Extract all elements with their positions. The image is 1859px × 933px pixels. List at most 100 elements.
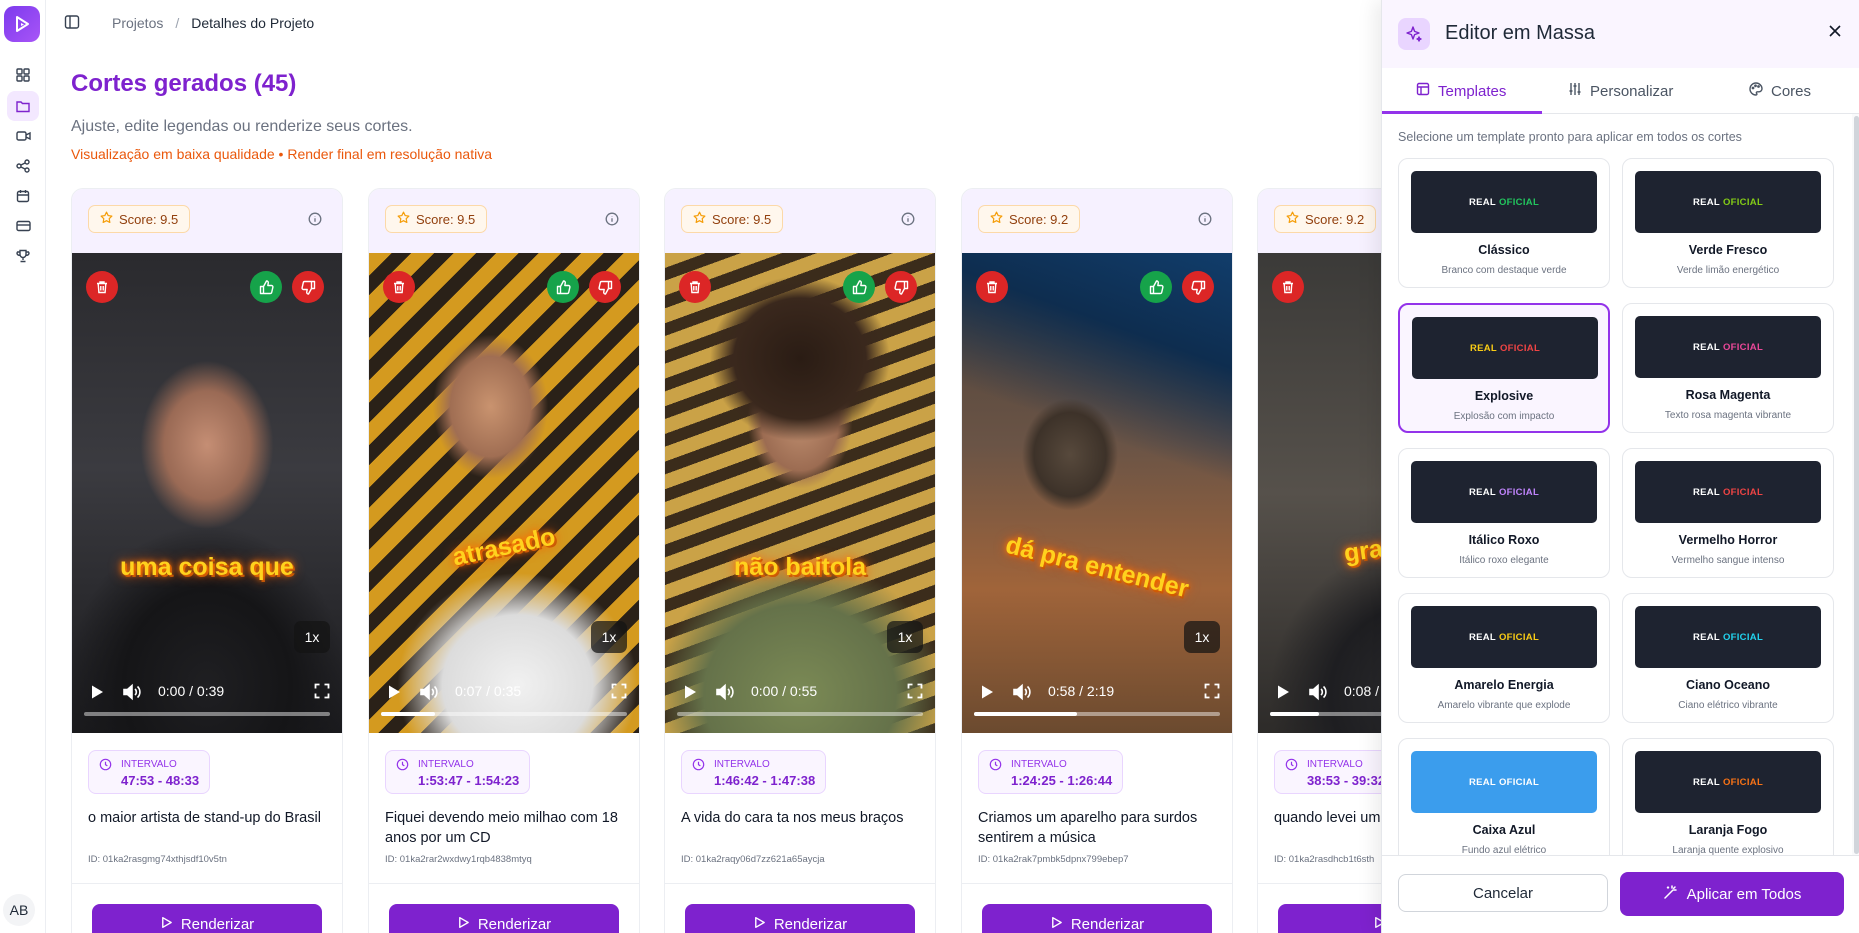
speed-button[interactable]: 1x — [591, 621, 627, 653]
template-card[interactable]: REAL OFICIAL Caixa Azul Fundo azul elétr… — [1398, 738, 1610, 855]
thumbs-up-icon[interactable] — [547, 271, 579, 303]
fullscreen-icon[interactable] — [314, 683, 330, 704]
render-button[interactable]: Renderizar — [389, 904, 619, 933]
template-card[interactable]: REAL OFICIAL Vermelho Horror Vermelho sa… — [1622, 448, 1834, 578]
render-button[interactable]: Renderizar — [92, 904, 322, 933]
template-card[interactable]: REAL OFICIAL Clássico Branco com destaqu… — [1398, 158, 1610, 288]
template-card[interactable]: REAL OFICIAL Amarelo Energia Amarelo vib… — [1398, 593, 1610, 723]
star-icon — [100, 211, 113, 227]
template-card[interactable]: REAL OFICIAL Laranja Fogo Laranja quente… — [1622, 738, 1834, 855]
trash-icon[interactable] — [86, 271, 118, 303]
render-label: Renderizar — [477, 915, 552, 933]
trophy-icon[interactable] — [7, 241, 39, 271]
play-icon[interactable] — [978, 683, 996, 706]
apply-all-label: Aplicar em Todos — [1686, 885, 1802, 903]
play-outline-icon — [160, 916, 173, 933]
render-label: Renderizar — [180, 915, 255, 933]
volume-icon[interactable] — [419, 683, 439, 706]
thumbs-down-icon[interactable] — [1182, 271, 1214, 303]
trash-icon[interactable] — [679, 271, 711, 303]
fullscreen-icon[interactable] — [1204, 683, 1220, 704]
play-icon[interactable] — [681, 683, 699, 706]
folder-icon[interactable] — [7, 91, 39, 121]
template-description: Explosão com impacto — [1453, 411, 1555, 422]
video-player[interactable]: não baitola 1x 0:00 / 0:55 — [665, 253, 935, 733]
template-card[interactable]: REAL OFICIAL Explosive Explosão com impa… — [1398, 303, 1610, 433]
progress-bar[interactable] — [677, 712, 923, 716]
video-player[interactable]: uma coisa que 1x 0:00 / 0:39 — [72, 253, 342, 733]
preview-word: REAL — [1692, 196, 1720, 208]
progress-bar[interactable] — [974, 712, 1220, 716]
info-icon[interactable] — [901, 212, 915, 231]
render-label: Renderizar — [773, 915, 848, 933]
card-divider — [369, 883, 639, 884]
template-description: Verde limão energético — [1676, 265, 1780, 276]
breadcrumb-projects[interactable]: Projetos — [112, 15, 163, 31]
template-preview: REAL OFICIAL — [1411, 751, 1597, 813]
video-player[interactable]: atrasado 1x 0:07 / 0:35 — [369, 253, 639, 733]
volume-icon[interactable] — [122, 683, 142, 706]
side-rail: AB — [0, 0, 46, 933]
avatar[interactable]: AB — [3, 894, 35, 926]
preview-accent-word: OFICIAL — [1499, 342, 1541, 354]
thumbs-down-icon[interactable] — [292, 271, 324, 303]
video-icon[interactable] — [7, 121, 39, 151]
tab-cores[interactable]: Cores — [1749, 68, 1811, 114]
speed-button[interactable]: 1x — [887, 621, 923, 653]
card-icon[interactable] — [7, 211, 39, 241]
render-button[interactable]: Renderizar — [982, 904, 1212, 933]
preview-accent-word: OFICIAL — [1498, 196, 1540, 208]
thumbs-up-icon[interactable] — [1140, 271, 1172, 303]
calendar-icon[interactable] — [7, 181, 39, 211]
interval-badge: INTERVALO 1:24:25 - 1:26:44 — [978, 750, 1124, 794]
template-name: Explosive — [1474, 389, 1534, 403]
speed-button[interactable]: 1x — [1184, 621, 1220, 653]
info-icon[interactable] — [605, 212, 619, 231]
play-icon[interactable] — [385, 683, 403, 706]
progress-bar[interactable] — [84, 712, 330, 716]
volume-icon[interactable] — [1308, 683, 1328, 706]
thumbs-up-icon[interactable] — [843, 271, 875, 303]
volume-icon[interactable] — [1012, 683, 1032, 706]
play-icon[interactable] — [88, 683, 106, 706]
info-icon[interactable] — [308, 212, 322, 231]
scrollbar-thumb[interactable] — [1854, 116, 1859, 854]
template-card[interactable]: REAL OFICIAL Rosa Magenta Texto rosa mag… — [1622, 303, 1834, 433]
score-badge: Score: 9.5 — [681, 205, 784, 233]
render-button[interactable]: Renderizar — [685, 904, 915, 933]
share-icon[interactable] — [7, 151, 39, 181]
fullscreen-icon[interactable] — [907, 683, 923, 704]
template-name: Vermelho Horror — [1678, 533, 1778, 547]
template-card[interactable]: REAL OFICIAL Itálico Roxo Itálico roxo e… — [1398, 448, 1610, 578]
dashboard-icon[interactable] — [7, 60, 39, 90]
volume-icon[interactable] — [715, 683, 735, 706]
apply-all-button[interactable]: Aplicar em Todos — [1620, 872, 1844, 916]
preview-word: REAL — [1468, 631, 1496, 643]
tab-personalizar[interactable]: Personalizar — [1568, 68, 1673, 114]
close-icon[interactable] — [1828, 24, 1842, 43]
thumbs-down-icon[interactable] — [589, 271, 621, 303]
play-icon[interactable] — [1274, 683, 1292, 706]
progress-bar[interactable] — [381, 712, 627, 716]
player-controls: 0:07 / 0:35 — [369, 673, 639, 713]
trash-icon[interactable] — [1272, 271, 1304, 303]
thumbs-down-icon[interactable] — [885, 271, 917, 303]
tab-templates-label: Templates — [1438, 82, 1507, 100]
fullscreen-icon[interactable] — [611, 683, 627, 704]
tab-templates[interactable]: Templates — [1416, 68, 1506, 114]
layout-icon — [1416, 82, 1430, 100]
clip-id: ID: 01ka2rak7pmbk5dpnx799ebep7 — [978, 854, 1129, 865]
video-player[interactable]: dá pra entender 1x 0:58 / 2:19 — [962, 253, 1232, 733]
thumbs-up-icon[interactable] — [250, 271, 282, 303]
sidebar-toggle-icon[interactable] — [64, 14, 84, 34]
speed-button[interactable]: 1x — [294, 621, 330, 653]
interval-label: INTERVALO — [121, 759, 177, 770]
trash-icon[interactable] — [976, 271, 1008, 303]
template-card[interactable]: REAL OFICIAL Verde Fresco Verde limão en… — [1622, 158, 1834, 288]
info-icon[interactable] — [1198, 212, 1212, 231]
logo-play-icon[interactable] — [4, 6, 40, 42]
subtitle-caption: dá pra entender — [1002, 530, 1192, 604]
trash-icon[interactable] — [383, 271, 415, 303]
template-card[interactable]: REAL OFICIAL Ciano Oceano Ciano elétrico… — [1622, 593, 1834, 723]
cancel-button[interactable]: Cancelar — [1398, 874, 1608, 912]
